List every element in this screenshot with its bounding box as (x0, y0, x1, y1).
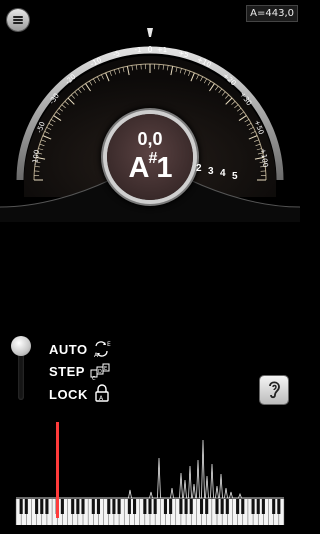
piano-black-key[interactable] (199, 499, 204, 514)
octave-4[interactable]: 4 (220, 168, 226, 179)
piano-black-key[interactable] (40, 499, 44, 514)
hamburger-line (13, 19, 23, 21)
piano-black-key[interactable] (71, 499, 75, 514)
note-readout: 0,0 A#1 (107, 114, 193, 200)
piano-black-key[interactable] (24, 499, 28, 514)
tick-label-0: 0 (147, 45, 152, 54)
piano-black-key[interactable] (153, 499, 157, 514)
mode-auto-label[interactable]: AUTO (49, 342, 88, 357)
piano-black-key[interactable] (163, 499, 168, 514)
tuning-needle-icon (147, 28, 153, 37)
pitch-marker (56, 422, 59, 518)
piano-black-key[interactable] (256, 499, 260, 514)
note-letter: A (128, 152, 150, 184)
piano-black-key[interactable] (35, 499, 39, 514)
reference-pitch-badge[interactable]: A=443,0 (246, 5, 298, 22)
cents-value: 0,0 (137, 129, 163, 149)
octave-5[interactable]: 5 (232, 171, 238, 182)
tick-label-plus-1: +1 (157, 46, 167, 54)
lock-icon: A (95, 384, 109, 402)
piano-black-key[interactable] (189, 499, 193, 514)
piano-black-key[interactable] (148, 499, 152, 514)
piano-black-key[interactable] (169, 499, 173, 514)
piano-black-key[interactable] (91, 499, 95, 514)
svg-text:E: E (107, 341, 111, 348)
auto-cycle-icon: A E (94, 341, 111, 358)
note-name: A#1 (107, 150, 193, 185)
svg-text:D: D (98, 369, 102, 375)
octave-2[interactable]: 2 (196, 163, 202, 174)
piano-black-key[interactable] (241, 499, 245, 514)
hamburger-menu-icon (13, 16, 23, 18)
piano-black-key[interactable] (132, 499, 137, 514)
piano-black-key[interactable] (225, 499, 229, 514)
piano-black-key[interactable] (277, 499, 281, 514)
tick-label-minus-1: -1 (135, 46, 142, 54)
mode-slider-track[interactable] (18, 350, 24, 400)
spectrum-keyboard (15, 422, 285, 525)
piano-black-key[interactable] (81, 499, 85, 514)
piano-black-key[interactable] (272, 499, 276, 514)
piano-black-key[interactable] (96, 499, 101, 514)
tick-label-plus-5: +5 (177, 49, 189, 59)
piano-black-key[interactable] (76, 499, 80, 514)
piano-black-key[interactable] (261, 499, 265, 514)
mode-step-label[interactable]: STEP (49, 364, 85, 379)
svg-text:C: C (92, 376, 96, 380)
octave-3[interactable]: 3 (208, 166, 214, 177)
piano-black-key[interactable] (19, 499, 23, 514)
piano-black-key[interactable] (117, 499, 121, 514)
piano-black-key[interactable] (236, 499, 240, 514)
mode-slider-knob[interactable] (11, 336, 31, 356)
piano-black-key[interactable] (127, 499, 131, 514)
piano-black-key[interactable] (45, 499, 49, 514)
piano-black-key[interactable] (179, 499, 183, 514)
piano-black-key[interactable] (205, 499, 209, 514)
note-octave: 1 (156, 152, 172, 184)
piano-black-key[interactable] (215, 499, 219, 514)
piano-black-key[interactable] (251, 499, 255, 514)
svg-text:E: E (104, 366, 107, 372)
mode-lock-label[interactable]: LOCK (49, 387, 88, 402)
piano-black-key[interactable] (220, 499, 224, 514)
piano-black-key[interactable] (60, 499, 64, 514)
piano-black-key[interactable] (143, 499, 147, 514)
piano-black-key[interactable] (184, 499, 188, 514)
piano-black-key[interactable] (107, 499, 111, 514)
ear-button[interactable] (260, 376, 288, 404)
ear-icon (269, 381, 280, 399)
step-notes-icon: C D E (90, 363, 110, 380)
piano-black-key[interactable] (112, 499, 116, 514)
